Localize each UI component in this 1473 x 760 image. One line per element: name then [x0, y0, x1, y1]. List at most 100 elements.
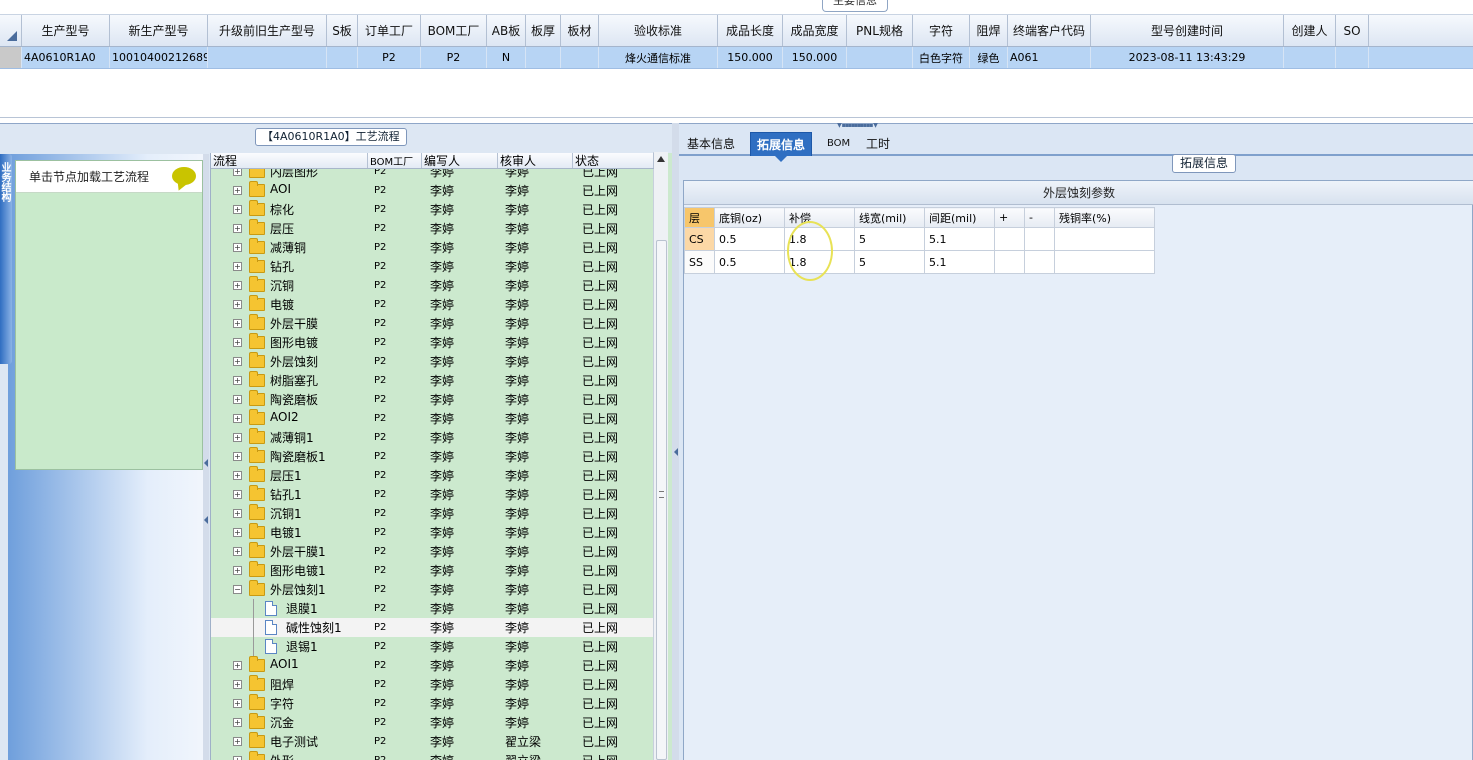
param-cell[interactable]: 1.8	[784, 250, 855, 274]
expand-toggle-icon[interactable]: +	[233, 452, 242, 461]
tree-node[interactable]: 碱性蚀刻1	[211, 618, 368, 637]
collapse-left-icon-2[interactable]	[204, 516, 208, 524]
tree-column-header-4[interactable]: 状态	[573, 153, 654, 168]
tree-node[interactable]: + AOI1	[211, 656, 368, 675]
tree-node[interactable]: + 陶瓷磨板	[211, 390, 368, 409]
tree-node[interactable]: + 外层干膜	[211, 314, 368, 333]
param-cell[interactable]	[1024, 227, 1055, 251]
column-header-8[interactable]: 板材	[561, 15, 599, 46]
tree-node[interactable]: + 字符	[211, 694, 368, 713]
tree-node[interactable]: + 陶瓷磨板1	[211, 447, 368, 466]
param-column-header-6[interactable]: -	[1024, 207, 1055, 228]
expand-toggle-icon[interactable]: +	[233, 661, 242, 670]
tree-row[interactable]: + 棕化 P2 李婷 李婷 已上网	[211, 200, 654, 219]
expand-toggle-icon[interactable]: +	[233, 300, 242, 309]
tree-node[interactable]: − 外层蚀刻1	[211, 580, 368, 599]
cell-12[interactable]	[847, 47, 913, 68]
expand-toggle-icon[interactable]: +	[233, 395, 242, 404]
tree-row[interactable]: + 外形 P2李婷翟立梁已上网	[211, 751, 654, 760]
expand-toggle-icon[interactable]: +	[233, 680, 242, 689]
column-header-1[interactable]: 新生产型号	[110, 15, 208, 46]
tree-column-header-1[interactable]: BOM工厂	[368, 153, 422, 168]
tab-work-hours[interactable]: 工时	[860, 132, 896, 156]
column-header-15[interactable]: 终端客户代码	[1008, 15, 1091, 46]
tree-row[interactable]: + 电镀 P2 李婷 李婷 已上网	[211, 295, 654, 314]
tree-column-header-2[interactable]: 编写人	[422, 153, 498, 168]
column-header-3[interactable]: S板	[327, 15, 358, 46]
tree-row[interactable]: + 层压1 P2 李婷 李婷 已上网	[211, 466, 654, 485]
row-selector[interactable]	[0, 47, 22, 68]
tree-row[interactable]: + 层压 P2 李婷 李婷 已上网	[211, 219, 654, 238]
param-cell[interactable]: 5.1	[924, 227, 995, 251]
tree-node[interactable]: + 外层干膜1	[211, 542, 368, 561]
tab-extended-info[interactable]: 拓展信息	[750, 132, 813, 162]
cell-1[interactable]: 10010400212689	[110, 47, 208, 68]
tree-row[interactable]: + 钻孔1 P2 李婷 李婷 已上网	[211, 485, 654, 504]
expand-toggle-icon[interactable]: +	[233, 528, 242, 537]
column-header-17[interactable]: 创建人	[1284, 15, 1336, 46]
tree-node[interactable]: 退锡1	[211, 637, 368, 656]
tree-row[interactable]: + 图形电镀1 P2 李婷 李婷 已上网	[211, 561, 654, 580]
tree-node[interactable]: + 树脂塞孔	[211, 371, 368, 390]
tree-node[interactable]: + 阻焊	[211, 675, 368, 694]
column-header-12[interactable]: PNL规格	[847, 15, 913, 46]
tree-node[interactable]: + 沉铜	[211, 276, 368, 295]
expand-toggle-icon[interactable]: +	[233, 490, 242, 499]
cell-15[interactable]: A061	[1008, 47, 1091, 68]
tree-node[interactable]: + 沉金	[211, 713, 368, 732]
tree-node[interactable]: + 电镀1	[211, 523, 368, 542]
collapse-middle-icon[interactable]	[674, 448, 678, 456]
cell-11[interactable]: 150.000	[783, 47, 847, 68]
expand-toggle-icon[interactable]: −	[233, 585, 242, 594]
tree-row[interactable]: + 陶瓷磨板1 P2 李婷 李婷 已上网	[211, 447, 654, 466]
left-splitter[interactable]	[203, 154, 209, 760]
expand-toggle-icon[interactable]: +	[233, 699, 242, 708]
param-cell[interactable]	[1054, 250, 1155, 274]
column-header-18[interactable]: SO	[1336, 15, 1369, 46]
scroll-thumb[interactable]	[656, 240, 667, 760]
param-cell[interactable]: 5.1	[924, 250, 995, 274]
expand-toggle-icon[interactable]: +	[233, 414, 242, 423]
cell-4[interactable]: P2	[358, 47, 421, 68]
tree-row[interactable]: + 外层蚀刻 P2 李婷 李婷 已上网	[211, 352, 654, 371]
tree-node[interactable]: + 减薄铜1	[211, 428, 368, 447]
param-cell[interactable]: 1.8	[784, 227, 855, 251]
tree-node[interactable]: 退膜1	[211, 599, 368, 618]
scroll-up-icon[interactable]	[657, 156, 665, 162]
expand-toggle-icon[interactable]: +	[233, 566, 242, 575]
param-row[interactable]: CS 0.5 1.8 5 5.1	[684, 227, 1155, 251]
column-header-6[interactable]: AB板	[487, 15, 526, 46]
expand-toggle-icon[interactable]: +	[233, 319, 242, 328]
tree-node[interactable]: + 图形电镀1	[211, 561, 368, 580]
column-header-10[interactable]: 成品长度	[718, 15, 783, 46]
tree-row[interactable]: 碱性蚀刻1 P2 李婷 李婷 已上网	[211, 618, 654, 637]
tree-node[interactable]: + AOI2	[211, 409, 368, 428]
cell-2[interactable]	[208, 47, 327, 68]
tree-node[interactable]: + 钻孔1	[211, 485, 368, 504]
tree-row[interactable]: + 减薄铜1 P2 李婷 李婷 已上网	[211, 428, 654, 447]
tree-node[interactable]: + AOI	[211, 181, 368, 200]
tab-basic-info[interactable]: 基本信息	[681, 132, 741, 156]
expand-toggle-icon[interactable]: +	[233, 281, 242, 290]
load-process-box[interactable]: 单击节点加载工艺流程	[15, 160, 203, 470]
tree-node[interactable]: + 外层蚀刻	[211, 352, 368, 371]
tree-node[interactable]: + 棕化	[211, 200, 368, 219]
param-column-header-4[interactable]: 间距(mil)	[924, 207, 995, 228]
cell-18[interactable]	[1336, 47, 1369, 68]
param-column-header-5[interactable]: +	[994, 207, 1025, 228]
expand-toggle-icon[interactable]: +	[233, 471, 242, 480]
expand-toggle-icon[interactable]: +	[233, 376, 242, 385]
column-header-5[interactable]: BOM工厂	[421, 15, 487, 46]
param-cell[interactable]	[1054, 227, 1155, 251]
param-row[interactable]: SS 0.5 1.8 5 5.1	[684, 250, 1155, 274]
tree-column-header-0[interactable]: 流程	[211, 153, 368, 168]
cell-14[interactable]: 绿色	[970, 47, 1008, 68]
business-structure-tab[interactable]: 业务结构	[0, 154, 12, 364]
cell-13[interactable]: 白色字符	[913, 47, 970, 68]
param-column-header-0[interactable]: 层	[684, 207, 715, 228]
param-column-header-1[interactable]: 底铜(oz)	[714, 207, 785, 228]
param-cell[interactable]: 5	[854, 250, 925, 274]
expand-toggle-icon[interactable]: +	[233, 433, 242, 442]
column-header-16[interactable]: 型号创建时间	[1091, 15, 1284, 46]
param-cell[interactable]: 5	[854, 227, 925, 251]
